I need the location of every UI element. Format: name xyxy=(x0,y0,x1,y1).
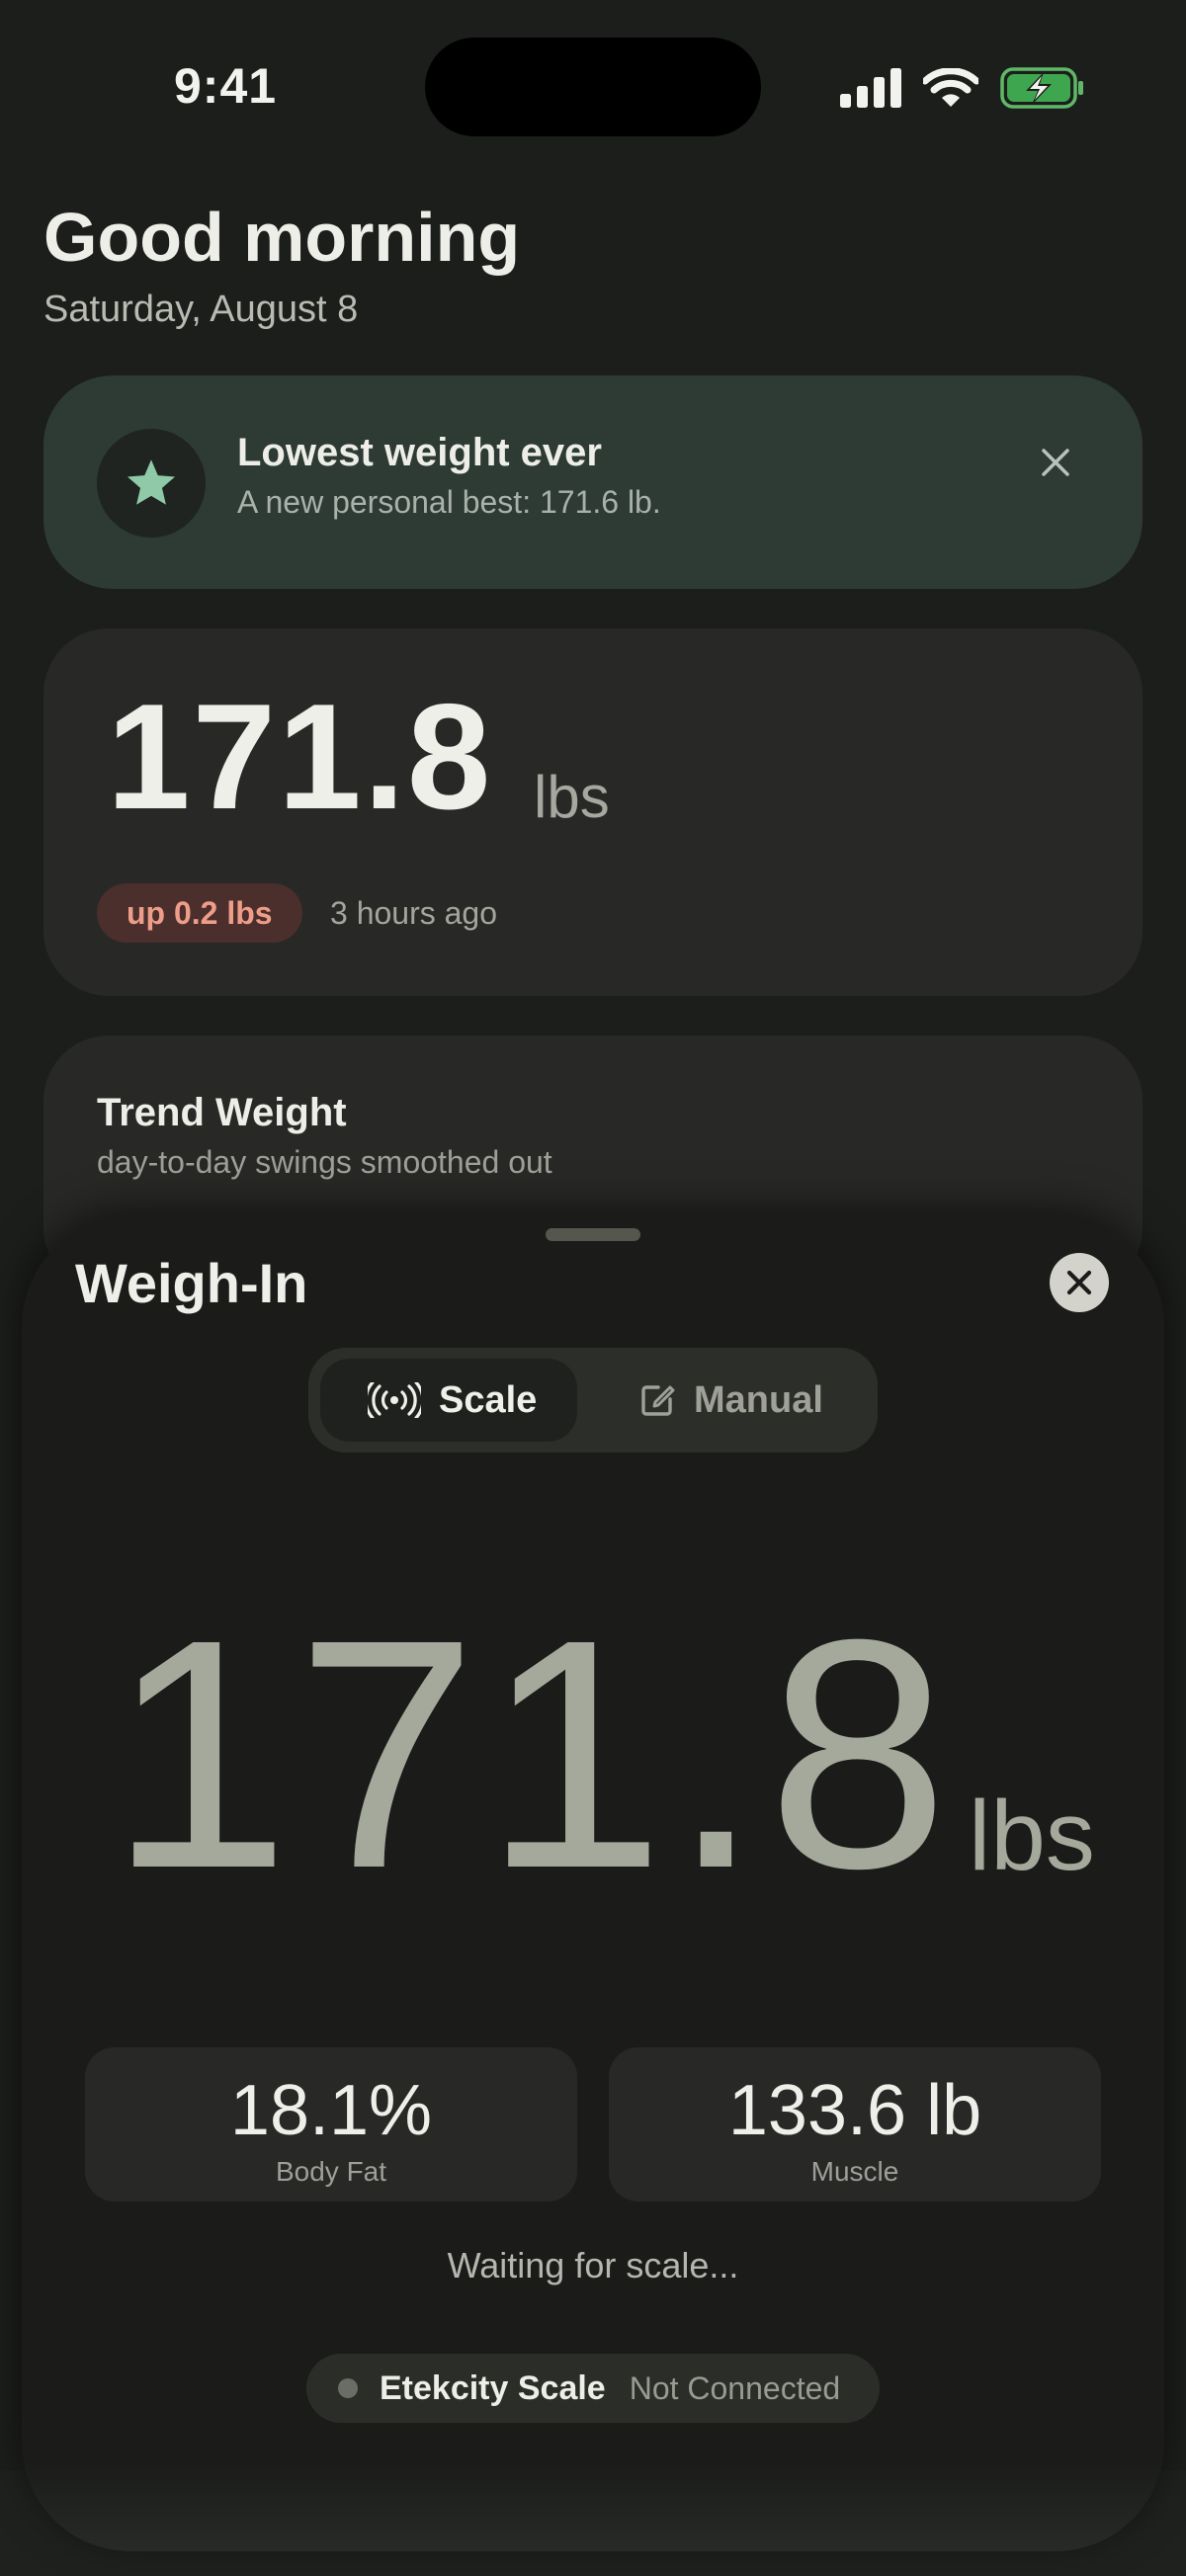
scale-reading-unit: lbs xyxy=(969,1781,1095,1891)
body-fat-value: 18.1% xyxy=(229,2071,433,2150)
scale-reading-value: 171.8 xyxy=(109,1571,955,1936)
waiting-status: Waiting for scale... xyxy=(447,2245,739,2285)
achievement-banner[interactable] xyxy=(43,375,1143,589)
close-icon xyxy=(1066,1270,1092,1295)
sheet-title: Weigh-In xyxy=(75,1252,308,1314)
dynamic-island xyxy=(425,38,761,136)
body-fat-label: Body Fat xyxy=(275,2156,387,2187)
muscle-value: 133.6 lb xyxy=(727,2071,982,2150)
achievement-badge xyxy=(97,429,206,538)
trend-title: Trend Weight xyxy=(97,1091,347,1134)
close-sheet-button[interactable] xyxy=(1050,1253,1109,1312)
body-fat-stat: 18.1% Body Fat xyxy=(85,2047,577,2202)
sheet-bottom-fade xyxy=(22,2462,1164,2551)
trend-subtitle: day-to-day swings smoothed out xyxy=(97,1144,552,1180)
latest-weight-unit: lbs xyxy=(534,764,610,830)
edit-square-icon xyxy=(641,1385,675,1416)
segment-scale[interactable]: Scale xyxy=(368,1375,537,1425)
scale-device-chip[interactable]: Etekcity Scale Not Connected xyxy=(306,2354,880,2423)
cellular-signal-icon xyxy=(840,68,901,108)
close-icon xyxy=(1042,449,1069,476)
status-icons xyxy=(840,63,1085,113)
weight-change-badge: up 0.2 lbs xyxy=(97,883,302,943)
connection-status-dot xyxy=(338,2378,358,2398)
segment-scale-label: Scale xyxy=(439,1378,538,1421)
status-time: 9:41 xyxy=(174,58,278,114)
dismiss-achievement-button[interactable] xyxy=(1028,435,1083,490)
battery-charging-icon xyxy=(1000,67,1083,109)
device-name: Etekcity Scale xyxy=(380,2368,606,2407)
segment-manual[interactable]: Manual xyxy=(638,1375,823,1425)
achievement-title: Lowest weight ever xyxy=(237,431,602,474)
star-icon xyxy=(127,459,176,505)
sheet-grabber[interactable] xyxy=(546,1228,640,1241)
segment-manual-label: Manual xyxy=(694,1378,823,1421)
broadcast-signal-icon xyxy=(368,1382,421,1418)
achievement-subtitle: A new personal best: 171.6 lb. xyxy=(237,484,661,520)
muscle-stat: 133.6 lb Muscle xyxy=(609,2047,1101,2202)
wifi-icon xyxy=(923,68,978,107)
latest-weight-value: 171.8 xyxy=(107,673,493,841)
device-status: Not Connected xyxy=(629,2369,841,2406)
muscle-label: Muscle xyxy=(810,2156,899,2187)
date-subtitle: Saturday, August 8 xyxy=(43,289,359,330)
weight-timestamp: 3 hours ago xyxy=(330,895,498,931)
greeting-title: Good morning xyxy=(43,199,521,276)
